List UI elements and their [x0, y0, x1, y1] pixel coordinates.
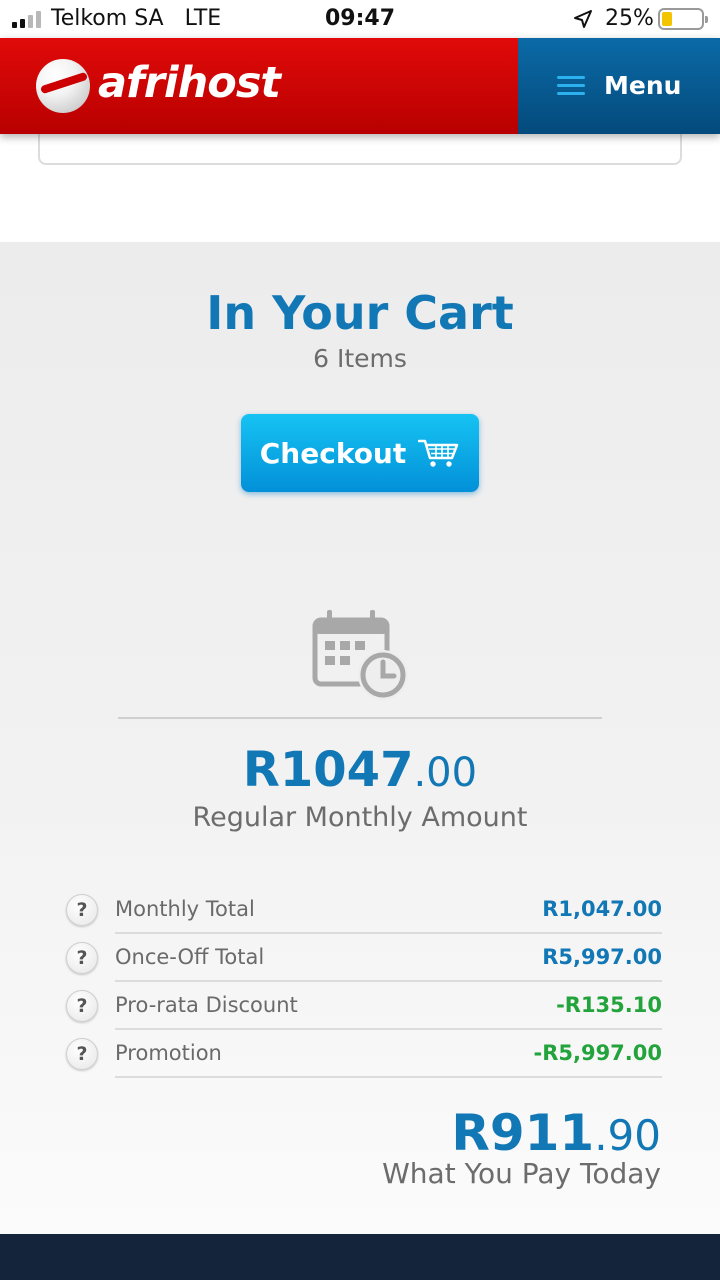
hamburger-icon — [557, 76, 585, 96]
afrihost-logo-icon — [36, 59, 90, 113]
summary-label: Promotion — [115, 1041, 222, 1065]
checkout-button[interactable]: Checkout — [241, 414, 479, 492]
monthly-amount: R1047.00 — [242, 742, 478, 798]
location-arrow-icon — [574, 10, 592, 28]
battery-percent: 25% — [605, 6, 654, 31]
page-footer — [0, 1234, 720, 1280]
brand-bar[interactable]: afrihost — [0, 38, 518, 134]
calendar-clock-icon — [312, 610, 408, 700]
summary-value: R5,997.00 — [542, 945, 662, 969]
shopping-cart-icon — [418, 439, 459, 467]
summary-row-once-off-total: ? Once-Off Total R5,997.00 — [66, 934, 662, 982]
pay-today-amount: R911.90 — [451, 1104, 661, 1162]
status-bar: Telkom SA LTE 09:47 25% — [0, 0, 720, 38]
summary-value: R1,047.00 — [542, 897, 662, 921]
cart-section: In Your Cart 6 Items Checkout R1047.00 R… — [0, 242, 720, 1234]
cart-items-count: 6 Items — [313, 344, 407, 373]
help-icon[interactable]: ? — [66, 942, 98, 974]
site-header: afrihost Menu — [0, 38, 720, 134]
summary-value: -R135.10 — [556, 993, 662, 1017]
section-divider — [118, 717, 602, 719]
menu-button[interactable]: Menu — [518, 38, 720, 134]
summary-label: Monthly Total — [115, 897, 255, 921]
menu-label: Menu — [604, 71, 682, 100]
help-icon[interactable]: ? — [66, 990, 98, 1022]
help-icon[interactable]: ? — [66, 1038, 98, 1070]
help-icon[interactable]: ? — [66, 894, 98, 926]
summary-row-monthly-total: ? Monthly Total R1,047.00 — [66, 886, 662, 934]
pay-today-label: What You Pay Today — [382, 1157, 661, 1190]
checkout-label: Checkout — [259, 436, 407, 470]
summary-table: ? Monthly Total R1,047.00 ? Once-Off Tot… — [66, 886, 662, 1078]
summary-value: -R5,997.00 — [533, 1041, 662, 1065]
summary-row-promotion: ? Promotion -R5,997.00 — [66, 1030, 662, 1078]
cart-title: In Your Cart — [206, 286, 514, 340]
summary-label: Once-Off Total — [115, 945, 265, 969]
monthly-amount-label: Regular Monthly Amount — [192, 802, 528, 833]
brand-name: afrihost — [98, 58, 281, 108]
row-divider — [115, 1076, 662, 1078]
summary-row-pro-rata-discount: ? Pro-rata Discount -R135.10 — [66, 982, 662, 1030]
battery-icon — [658, 8, 708, 30]
summary-label: Pro-rata Discount — [115, 993, 298, 1017]
